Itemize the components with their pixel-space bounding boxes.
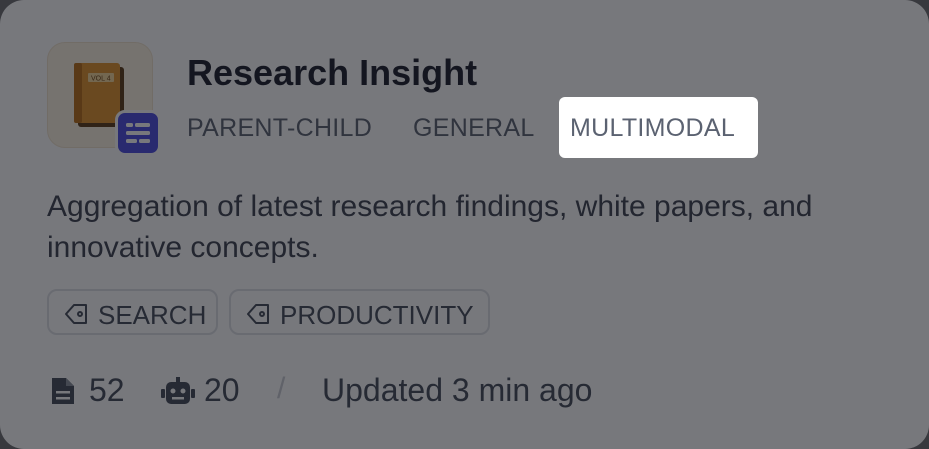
- updated-time: Updated 3 min ago: [322, 372, 593, 408]
- robot-icon: [161, 377, 195, 404]
- knowledge-card[interactable]: VOL 4 Research Insight PARENT-CHILD GENE…: [0, 0, 929, 449]
- document-count: 52: [89, 372, 125, 408]
- app-count: 20: [204, 372, 240, 408]
- tag-search[interactable]: SEARCH: [47, 289, 218, 335]
- mode-general: GENERAL: [413, 114, 535, 142]
- document-icon: [52, 378, 74, 404]
- card-title: Research Insight: [187, 52, 478, 93]
- tag-icon: [247, 304, 269, 324]
- svg-text:VOL 4: VOL 4: [91, 76, 111, 83]
- tag-icon: [65, 304, 87, 324]
- mode-parent-child: PARENT-CHILD: [187, 114, 373, 142]
- tag-productivity[interactable]: PRODUCTIVITY: [229, 289, 490, 335]
- stats-separator: /: [277, 372, 286, 405]
- mode-multimodal-highlight[interactable]: MULTIMODAL: [559, 97, 758, 158]
- card-description: Aggregation of latest research findings,…: [47, 190, 813, 264]
- tag-label: SEARCH: [98, 300, 207, 330]
- list-icon: [115, 110, 161, 156]
- tag-label: PRODUCTIVITY: [280, 300, 474, 330]
- mode-multimodal: MULTIMODAL: [570, 114, 736, 142]
